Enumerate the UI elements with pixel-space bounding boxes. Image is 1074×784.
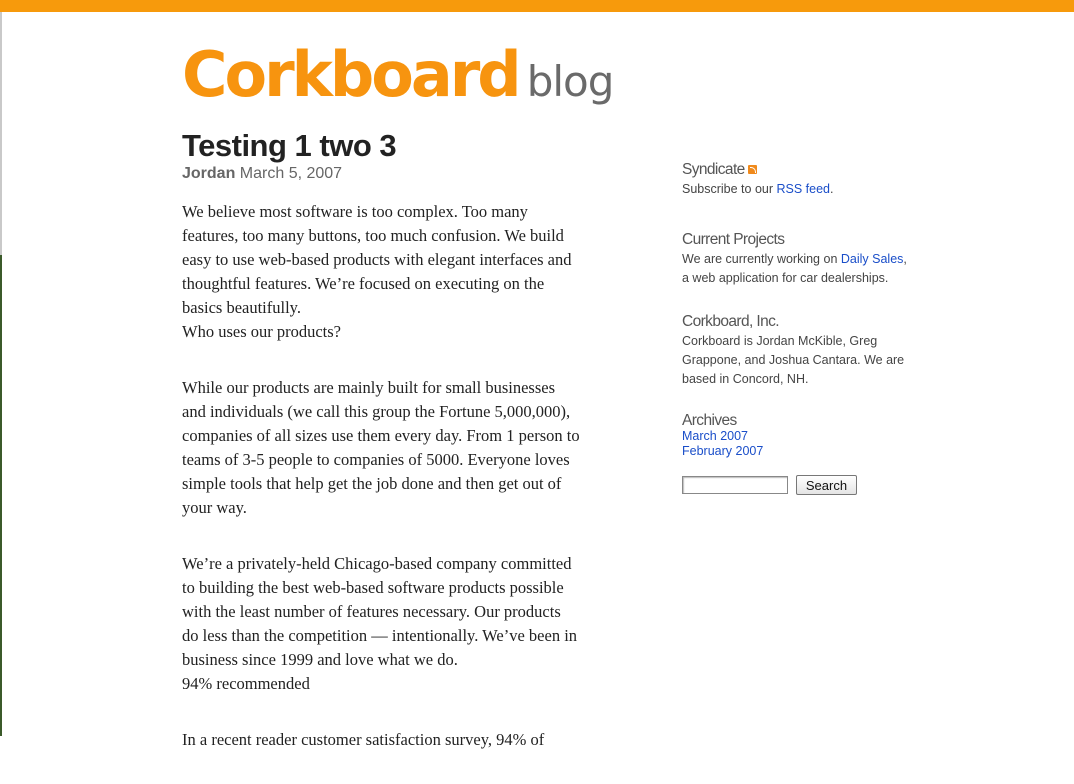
company-line: based in Concord, NH.	[682, 372, 809, 386]
syndicate-section: Syndicate Subscribe to our RSS feed.	[682, 160, 922, 199]
logo-subtitle: blog	[526, 57, 615, 106]
subheading-line: Who uses our products?	[182, 322, 342, 341]
top-accent-bar	[0, 0, 1074, 12]
post-meta: Jordan March 5, 2007	[182, 165, 622, 183]
archive-link-march-2007[interactable]: March 2007	[682, 429, 922, 444]
text-line: basics beautifully.	[182, 298, 301, 317]
sidebar: Syndicate Subscribe to our RSS feed. Cur…	[682, 160, 922, 459]
syndicate-heading-label: Syndicate	[682, 161, 745, 178]
post-author: Jordan	[182, 165, 236, 182]
text-line: to building the best web-based software …	[182, 578, 564, 597]
projects-heading: Current Projects	[682, 231, 785, 248]
subheading-line: 94% recommended	[182, 674, 310, 693]
text-line: thoughtful features. We’re focused on ex…	[182, 274, 545, 293]
post-body: We believe most software is too complex.…	[182, 200, 622, 752]
search-button[interactable]: Search	[796, 475, 857, 495]
text-line: easy to use web-based products with eleg…	[182, 250, 572, 269]
rss-feed-link[interactable]: RSS feed	[777, 182, 831, 196]
text-line: with the least number of features necess…	[182, 602, 561, 621]
text-line: features, too many buttons, too much con…	[182, 226, 564, 245]
search-input[interactable]	[682, 476, 788, 494]
archives-list: March 2007 February 2007	[682, 429, 922, 459]
blog-post: Testing 1 two 3 Jordan March 5, 2007 We …	[182, 128, 622, 784]
projects-text-after: ,	[903, 252, 907, 266]
archive-link-february-2007[interactable]: February 2007	[682, 444, 922, 459]
site-logo[interactable]: Corkboard blog	[182, 38, 615, 111]
company-heading: Corkboard, Inc.	[682, 313, 780, 330]
post-date: March 5, 2007	[239, 165, 343, 182]
post-paragraph: We believe most software is too complex.…	[182, 200, 622, 344]
syndicate-text-before: Subscribe to our	[682, 182, 777, 196]
daily-sales-link[interactable]: Daily Sales	[841, 252, 904, 266]
post-paragraph: In a recent reader customer satisfaction…	[182, 728, 622, 752]
company-line: Grappone, and Joshua Cantara. We are	[682, 353, 905, 367]
archives-heading: Archives	[682, 412, 737, 429]
text-line: teams of 3-5 people to companies of 5000…	[182, 450, 570, 469]
search-form: Search	[682, 475, 857, 495]
text-line: business since 1999 and love what we do.	[182, 650, 458, 669]
projects-text-before: We are currently working on	[682, 252, 841, 266]
text-line: While our products are mainly built for …	[182, 378, 556, 397]
company-line: Corkboard is Jordan McKible, Greg	[682, 334, 878, 348]
post-title[interactable]: Testing 1 two 3	[182, 128, 622, 164]
post-paragraph: We’re a privately-held Chicago-based com…	[182, 552, 622, 696]
text-line: do less than the competition — intention…	[182, 626, 578, 645]
projects-text: We are currently working on Daily Sales,…	[682, 250, 922, 288]
text-line: We’re a privately-held Chicago-based com…	[182, 554, 572, 573]
post-paragraph: While our products are mainly built for …	[182, 376, 622, 520]
syndicate-text-after: .	[830, 182, 834, 196]
rss-icon[interactable]	[747, 165, 757, 174]
text-line: We believe most software is too complex.…	[182, 202, 528, 221]
archives-section: Archives March 2007 February 2007	[682, 412, 922, 459]
company-section: Corkboard, Inc. Corkboard is Jordan McKi…	[682, 312, 922, 389]
syndicate-heading: Syndicate	[682, 160, 922, 180]
projects-text-line2: a web application for car dealerships.	[682, 271, 889, 285]
text-line: and individuals (we call this group the …	[182, 402, 571, 421]
logo-brand: Corkboard	[182, 38, 522, 111]
projects-section: Current Projects We are currently workin…	[682, 230, 922, 288]
text-line: companies of all sizes use them every da…	[182, 426, 580, 445]
syndicate-text: Subscribe to our RSS feed.	[682, 180, 922, 199]
company-text: Corkboard is Jordan McKible, Greg Grappo…	[682, 332, 922, 389]
text-line: In a recent reader customer satisfaction…	[182, 730, 545, 749]
text-line: simple tools that help get the job done …	[182, 474, 562, 493]
window-left-edge-dark	[0, 255, 2, 736]
text-line: your way.	[182, 498, 247, 517]
